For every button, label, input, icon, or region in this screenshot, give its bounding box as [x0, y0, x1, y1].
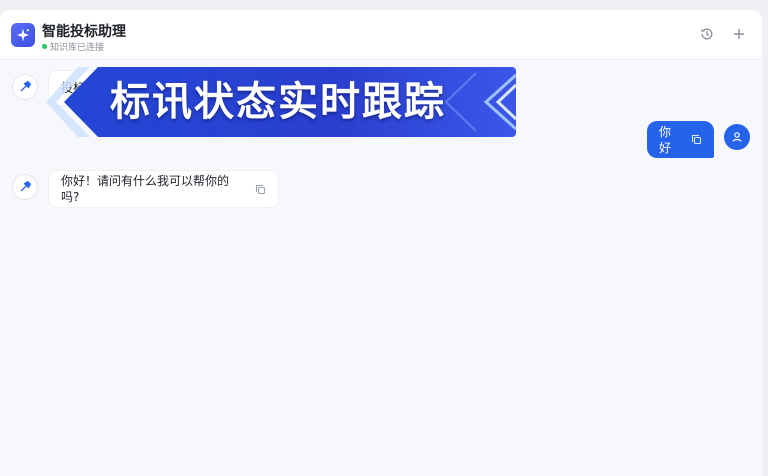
promo-banner: 标讯状态实时跟踪 [46, 67, 516, 137]
copy-button[interactable] [254, 183, 266, 195]
hammer-icon [19, 178, 32, 197]
message-bubble-assistant: 你好！请问有什么我可以帮你的吗? [48, 170, 279, 208]
assistant-avatar [12, 74, 38, 100]
chat-header: 智能投标助理 知识库已连接 [0, 10, 762, 60]
new-chat-button[interactable] [729, 25, 749, 45]
message-text: 你好 [659, 124, 672, 155]
user-icon [731, 128, 743, 147]
message-bubble-user: 你好 [647, 121, 714, 158]
copy-button[interactable] [691, 134, 702, 146]
history-icon [700, 26, 714, 45]
copy-icon [691, 134, 702, 145]
app-title: 智能投标助理 [42, 24, 126, 40]
message-text: 你好！请问有什么我可以帮你的吗? [61, 174, 230, 204]
chat-window: 智能投标助理 知识库已连接 投标 标讯状态实时跟踪 你好 你好！请问有什么我可以… [0, 10, 762, 476]
hammer-icon [19, 78, 32, 97]
history-button[interactable] [697, 25, 717, 45]
connection-status: 知识库已连接 [42, 40, 104, 53]
status-dot-icon [42, 44, 47, 49]
sparkle-icon [11, 23, 35, 47]
assistant-avatar [12, 174, 38, 200]
banner-title: 标讯状态实时跟踪 [110, 79, 446, 125]
plus-icon [732, 26, 746, 45]
user-avatar [724, 124, 750, 150]
copy-icon [255, 184, 265, 194]
status-text: 知识库已连接 [50, 43, 105, 53]
